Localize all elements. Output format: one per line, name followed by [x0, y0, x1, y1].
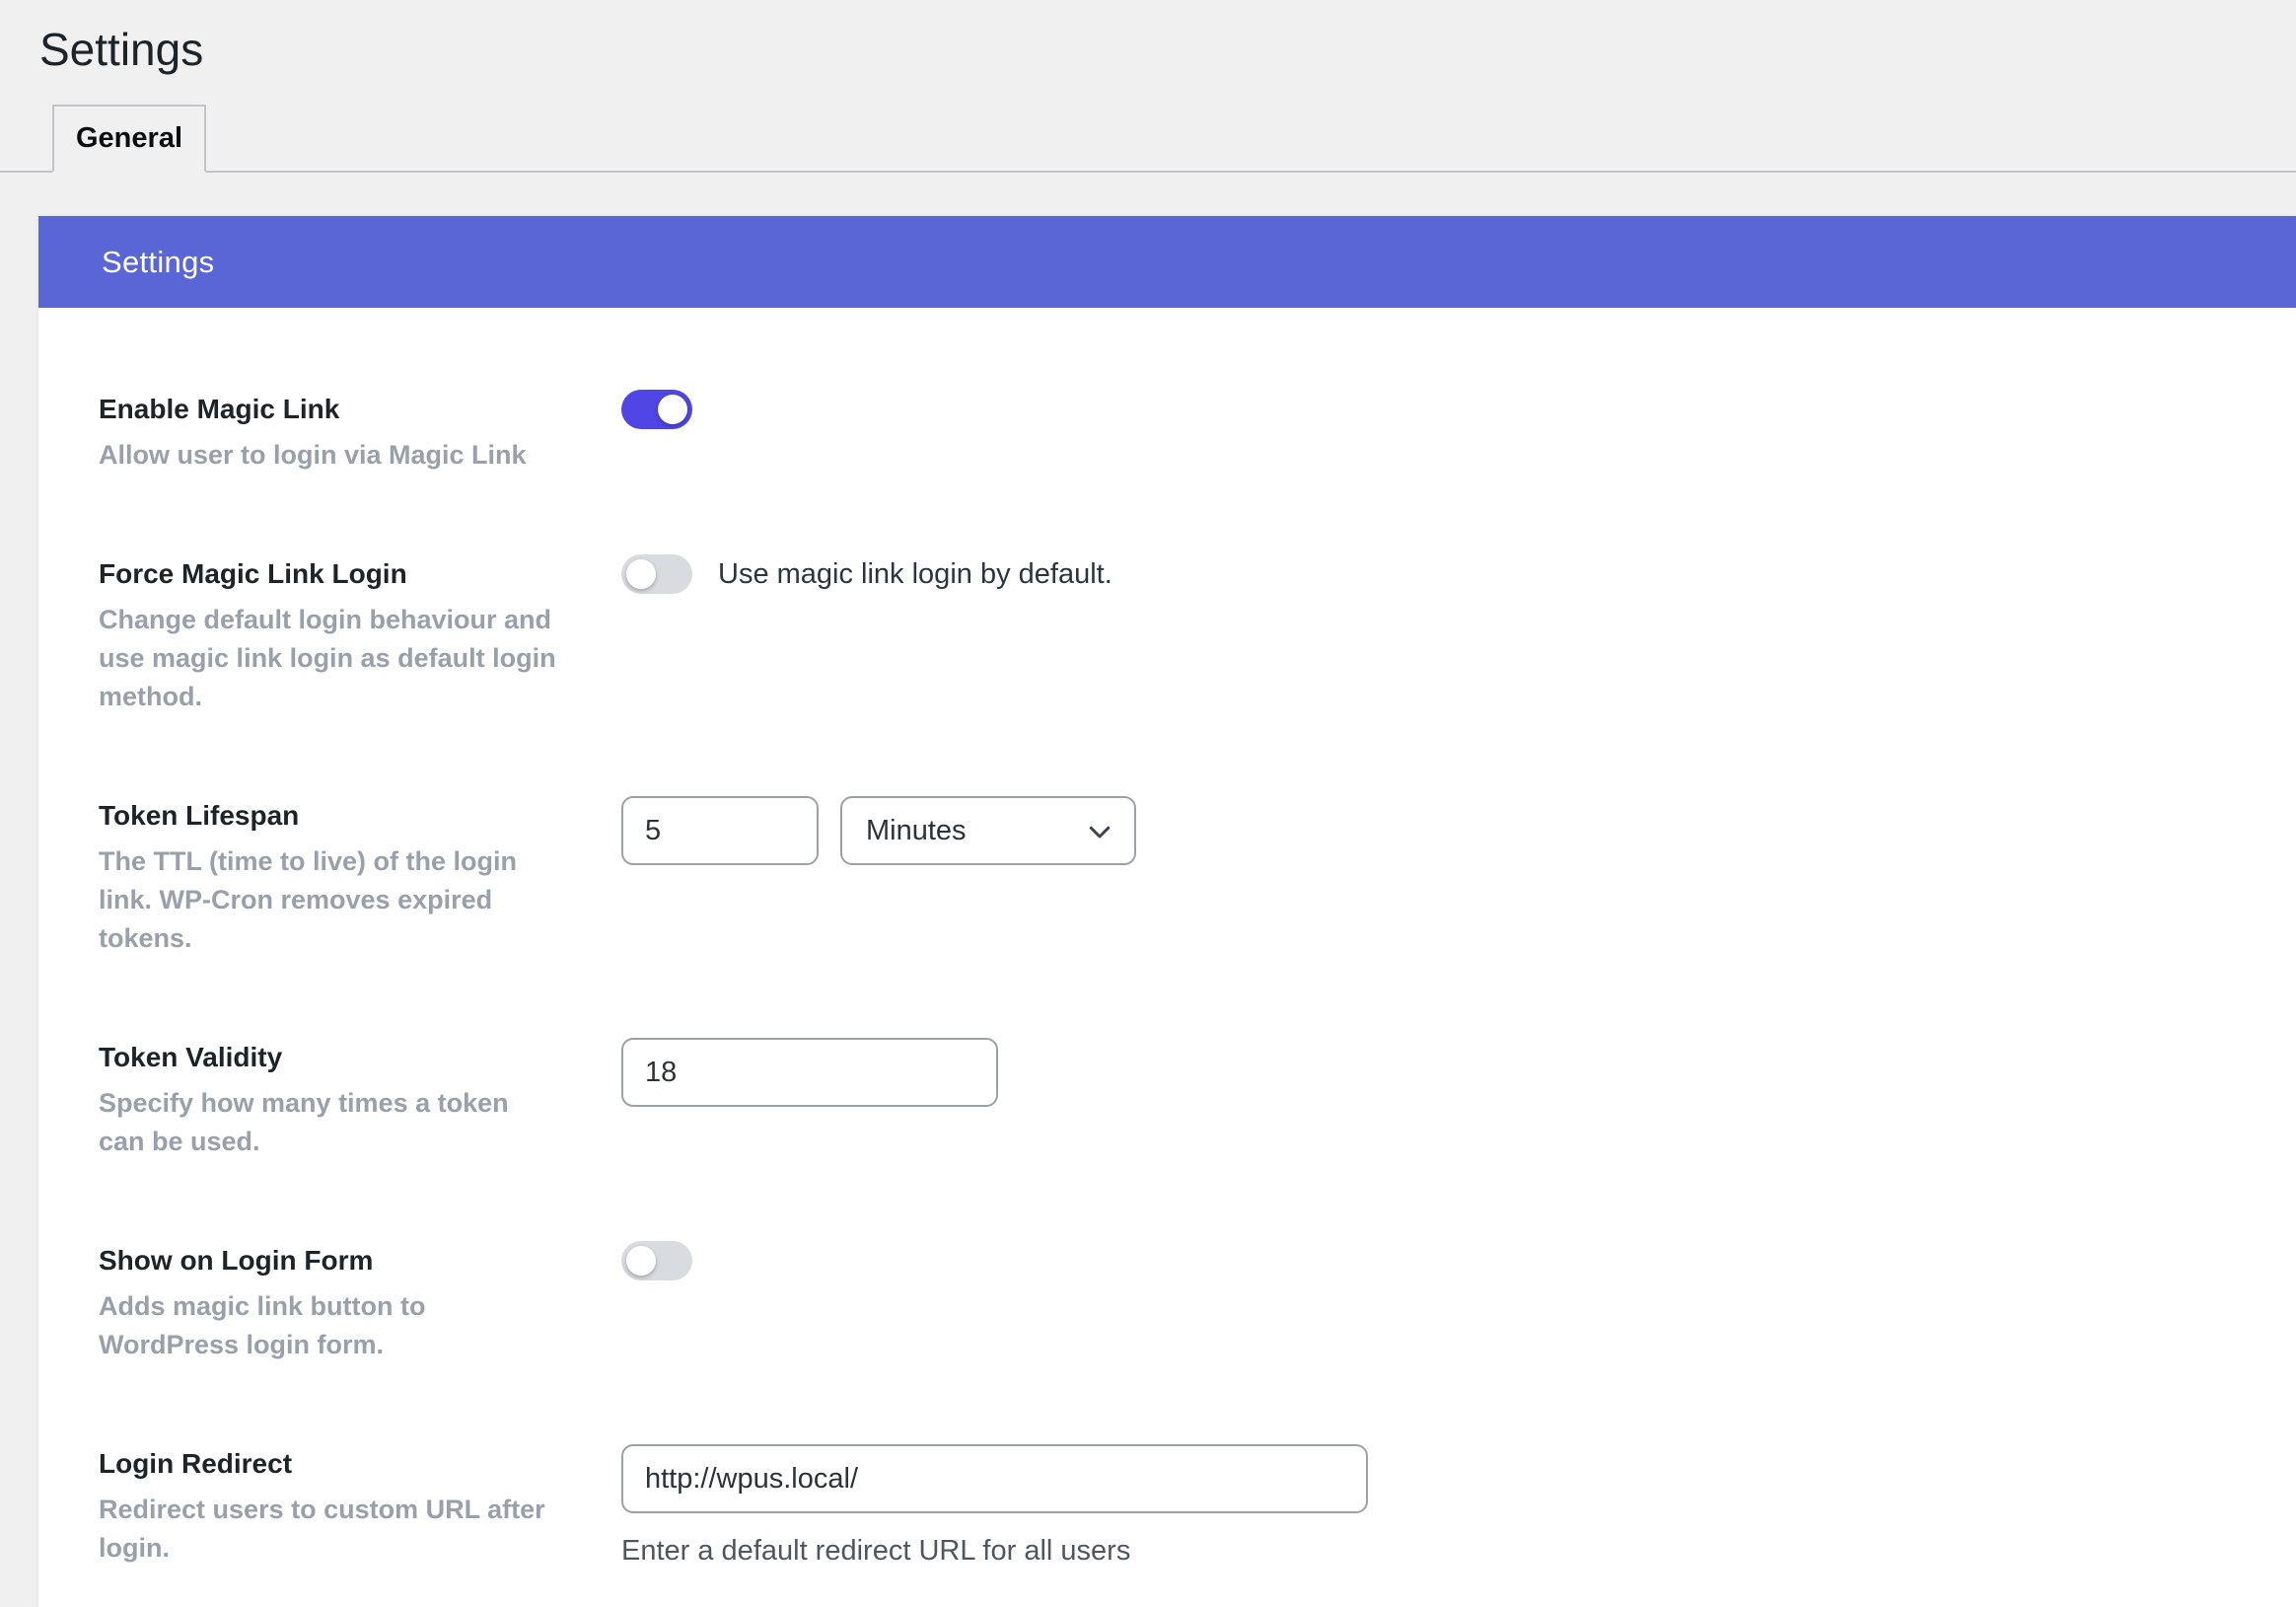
show-on-login-form-toggle[interactable] [621, 1241, 692, 1280]
setting-row-login-redirect: Login Redirect Redirect users to custom … [99, 1447, 2233, 1568]
force-magic-link-login-toggle[interactable] [621, 554, 692, 594]
panel-header-title: Settings [102, 245, 214, 280]
token-lifespan-input[interactable] [621, 796, 819, 865]
setting-row-show-on-login-form: Show on Login Form Adds magic link butto… [99, 1244, 2233, 1364]
tab-general[interactable]: General [52, 105, 206, 173]
login-redirect-helper-text: Enter a default redirect URL for all use… [621, 1535, 1368, 1568]
panel-body: Enable Magic Link Allow user to login vi… [38, 308, 2296, 1607]
token-validity-description: Specify how many times a token can be us… [99, 1084, 557, 1161]
settings-page: Settings General Settings Enable Magic L… [0, 0, 2296, 1563]
setting-row-force-magic-link-login: Force Magic Link Login Change default lo… [99, 557, 2233, 716]
force-magic-link-login-toggle-label: Use magic link login by default. [718, 554, 1112, 594]
toggle-knob [658, 395, 687, 424]
login-redirect-description: Redirect users to custom URL after login… [99, 1491, 557, 1568]
force-magic-link-login-description: Change default login behaviour and use m… [99, 601, 557, 716]
show-on-login-form-description: Adds magic link button to WordPress logi… [99, 1287, 557, 1364]
token-validity-label: Token Validity [99, 1041, 621, 1074]
toggle-knob [626, 1246, 656, 1276]
page-title: Settings [0, 0, 2296, 75]
login-redirect-input[interactable] [621, 1444, 1368, 1513]
enable-magic-link-label: Enable Magic Link [99, 393, 621, 426]
panel-header: Settings [38, 216, 2296, 308]
show-on-login-form-label: Show on Login Form [99, 1244, 621, 1278]
force-magic-link-login-label: Force Magic Link Login [99, 557, 621, 591]
token-validity-input[interactable] [621, 1038, 998, 1107]
toggle-knob [626, 559, 656, 589]
token-lifespan-description: The TTL (time to live) of the login link… [99, 842, 557, 958]
setting-row-enable-magic-link: Enable Magic Link Allow user to login vi… [99, 393, 2233, 475]
login-redirect-label: Login Redirect [99, 1447, 621, 1481]
token-lifespan-label: Token Lifespan [99, 799, 621, 833]
tab-bar: General [0, 105, 2296, 173]
token-lifespan-unit-select[interactable]: Minutes [840, 796, 1136, 865]
enable-magic-link-description: Allow user to login via Magic Link [99, 436, 557, 475]
enable-magic-link-toggle[interactable] [621, 390, 692, 429]
settings-panel: Settings Enable Magic Link Allow user to… [38, 216, 2296, 1607]
setting-row-token-lifespan: Token Lifespan The TTL (time to live) of… [99, 799, 2233, 958]
setting-row-token-validity: Token Validity Specify how many times a … [99, 1041, 2233, 1161]
